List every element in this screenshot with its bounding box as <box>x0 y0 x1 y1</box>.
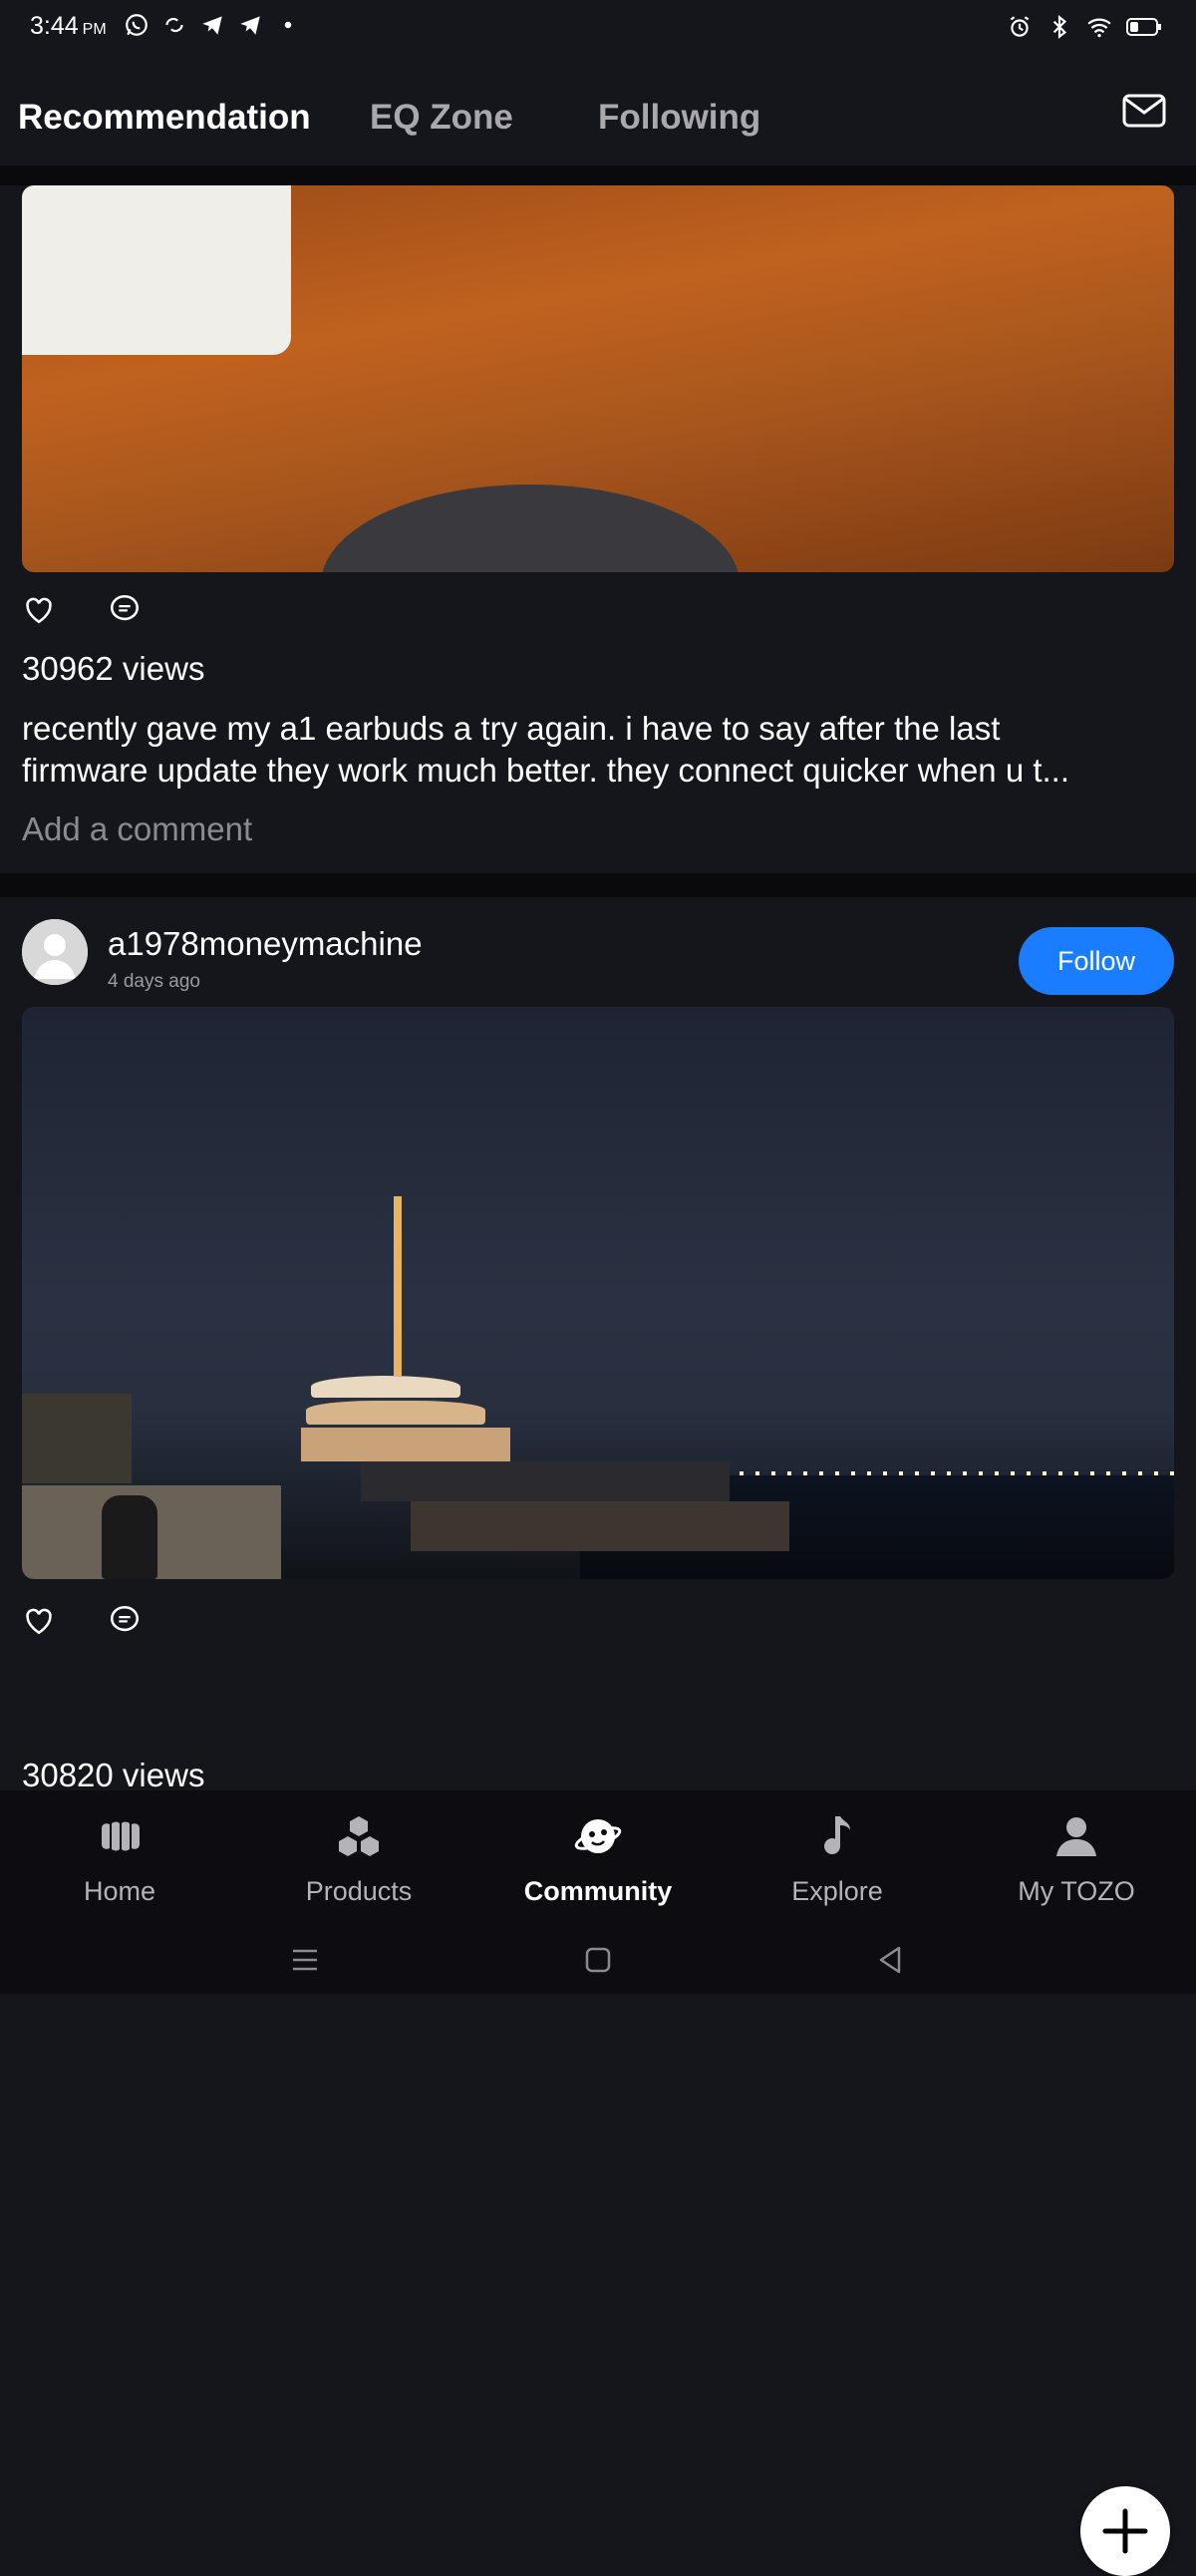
nav-home-label: Home <box>83 1876 156 1906</box>
status-ampm: PM <box>82 21 107 38</box>
person-icon <box>22 919 88 985</box>
yacht-deck <box>311 1376 460 1398</box>
home-button-icon[interactable] <box>580 1942 616 1978</box>
caption-line-1: recently gave my a1 earbuds a try again.… <box>22 710 1001 747</box>
yacht-deck <box>301 1428 510 1461</box>
nav-home[interactable]: Home <box>0 1790 239 1924</box>
back-icon[interactable] <box>873 1942 909 1978</box>
person-icon <box>1056 1817 1096 1856</box>
view-count: 30962 views <box>22 650 205 687</box>
post-caption[interactable]: recently gave my a1 earbuds a try again.… <box>22 708 1196 792</box>
yacht-deck <box>306 1401 485 1425</box>
post-card: a1978moneymachine 4 days ago Follow 3082… <box>0 897 1196 2576</box>
status-bar: 3:44 PM <box>0 0 1196 56</box>
battery-icon <box>1126 18 1161 36</box>
comment-icon[interactable] <box>108 1603 142 1637</box>
caption-line-2: firmware update they work much better. t… <box>22 752 1070 789</box>
nav-community-label: Community <box>523 1876 673 1906</box>
earbud-case <box>22 185 291 355</box>
like-icon[interactable] <box>22 1603 56 1637</box>
yacht-hull <box>361 1461 730 1501</box>
telegram-icon <box>202 16 222 35</box>
post-image[interactable] <box>22 185 1174 572</box>
top-tab-bar: Recommendation EQ Zone Following <box>0 56 1196 165</box>
notification-icons <box>124 12 301 38</box>
recent-apps-icon[interactable] <box>287 1942 323 1978</box>
system-icons <box>1007 14 1162 40</box>
sync-icon <box>165 17 183 33</box>
nav-explore[interactable]: Explore <box>718 1790 957 1924</box>
section-divider <box>0 165 1196 185</box>
wifi-icon <box>1087 18 1111 38</box>
plus-icon <box>1102 2508 1148 2554</box>
tab-following[interactable]: Following <box>598 98 760 138</box>
nav-my-tozo-label: My TOZO <box>1018 1876 1135 1906</box>
products-icon <box>339 1816 379 1856</box>
post-time: 4 days ago <box>108 971 200 992</box>
like-icon[interactable] <box>22 592 56 626</box>
yacht-stern <box>411 1501 789 1551</box>
dot-icon <box>284 21 292 29</box>
buildings <box>22 1394 132 1483</box>
status-time: 3:44 PM <box>30 12 107 41</box>
nav-products[interactable]: Products <box>239 1790 478 1924</box>
status-time-value: 3:44 <box>30 12 79 40</box>
section-divider <box>0 873 1196 897</box>
community-icon <box>574 1819 622 1853</box>
shore-lights <box>740 1471 1174 1475</box>
mail-icon[interactable] <box>1122 94 1166 128</box>
view-count: 30820 views <box>22 1757 205 1793</box>
add-comment-input[interactable]: Add a comment <box>22 810 252 848</box>
create-post-button[interactable] <box>1080 2486 1170 2576</box>
nav-community[interactable]: Community <box>478 1790 718 1924</box>
post-card: 30962 views recently gave my a1 earbuds … <box>0 185 1196 873</box>
avatar[interactable] <box>22 919 88 985</box>
bluetooth-icon <box>1052 14 1067 40</box>
tab-recommendation[interactable]: Recommendation <box>18 98 311 138</box>
bottom-nav: Home Products Community Explore My TOZO <box>0 1790 1196 1924</box>
follow-button[interactable]: Follow <box>1019 927 1174 995</box>
music-note-icon <box>824 1816 850 1855</box>
yacht-mast <box>394 1196 402 1376</box>
nav-products-label: Products <box>305 1876 413 1906</box>
whatsapp-icon <box>126 14 148 36</box>
person <box>102 1495 157 1579</box>
tab-eq-zone[interactable]: EQ Zone <box>370 98 513 138</box>
nav-explore-label: Explore <box>791 1876 883 1906</box>
post-image[interactable] <box>22 1007 1174 1579</box>
telegram-icon <box>240 16 260 35</box>
alarm-icon <box>1010 16 1030 37</box>
system-nav-bar <box>0 1924 1196 1994</box>
earbud-shape <box>321 484 740 572</box>
home-icon <box>102 1821 140 1851</box>
username[interactable]: a1978moneymachine <box>108 925 423 963</box>
nav-my-tozo[interactable]: My TOZO <box>957 1790 1196 1924</box>
comment-icon[interactable] <box>108 592 142 626</box>
